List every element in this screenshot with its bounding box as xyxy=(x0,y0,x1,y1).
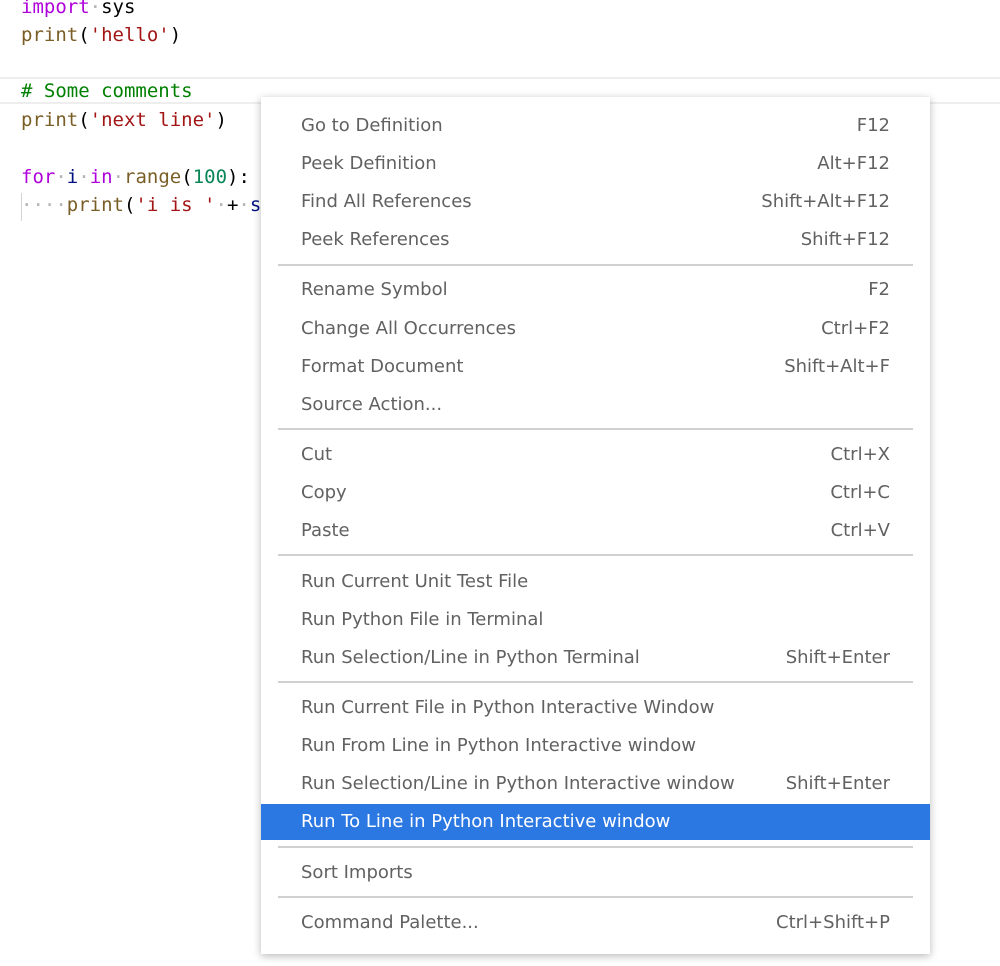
code-line-5[interactable]: for·i·in·range(100): xyxy=(21,163,250,191)
menu-item-label: Paste xyxy=(301,520,350,541)
number-literal: 100 xyxy=(192,166,228,188)
menu-item-copy[interactable]: Copy Ctrl+C xyxy=(261,475,930,511)
function-range: range xyxy=(124,166,182,188)
menu-item-label: Source Action... xyxy=(301,394,443,415)
menu-item-shortcut: Shift+Enter xyxy=(785,773,890,794)
menu-item-label: Run Selection/Line in Python Interactive… xyxy=(301,773,735,794)
menu-item-find-all-references[interactable]: Find All References Shift+Alt+F12 xyxy=(261,184,930,220)
menu-item-command-palette[interactable]: Command Palette... Ctrl+Shift+P xyxy=(261,905,930,941)
menu-item-peek-definition[interactable]: Peek Definition Alt+F12 xyxy=(261,146,930,182)
menu-separator xyxy=(278,264,913,266)
paren-open: ( xyxy=(123,194,136,216)
string-literal: 'i is ' xyxy=(135,194,216,216)
menu-item-label: Format Document xyxy=(301,356,464,377)
menu-item-label: Run Python File in Terminal xyxy=(301,609,544,630)
menu-item-shortcut: F2 xyxy=(868,279,890,300)
menu-item-label: Cut xyxy=(301,444,333,465)
menu-item-sort-imports[interactable]: Sort Imports xyxy=(261,855,930,891)
menu-item-shortcut: Shift+Alt+F12 xyxy=(761,191,890,212)
comment: # Some comments xyxy=(21,80,193,102)
identifier-partial: s xyxy=(249,194,262,216)
code-line-2[interactable]: print('hello') xyxy=(21,21,181,49)
keyword-for: for xyxy=(21,166,56,188)
menu-item-run-current-unit-test-file[interactable]: Run Current Unit Test File xyxy=(261,564,930,600)
menu-item-go-to-definition[interactable]: Go to Definition F12 xyxy=(261,108,930,144)
paren-open: ( xyxy=(78,109,90,131)
string-literal: 'hello' xyxy=(89,24,170,46)
menu-separator xyxy=(278,681,913,683)
menu-item-shortcut: Shift+F12 xyxy=(800,229,890,250)
paren-close: ): xyxy=(227,166,250,188)
variable-i: i xyxy=(66,166,79,188)
code-line-3[interactable]: # Some comments xyxy=(21,77,193,105)
menu-item-format-document[interactable]: Format Document Shift+Alt+F xyxy=(261,349,930,385)
menu-item-shortcut: Alt+F12 xyxy=(817,153,890,174)
menu-item-source-action[interactable]: Source Action... xyxy=(261,387,930,423)
string-literal: 'next line' xyxy=(89,109,216,131)
menu-item-label: Sort Imports xyxy=(301,862,413,883)
menu-item-label: Run Selection/Line in Python Terminal xyxy=(301,647,640,668)
menu-item-label: Find All References xyxy=(301,191,472,212)
menu-separator xyxy=(278,554,913,556)
menu-item-run-current-file-interactive[interactable]: Run Current File in Python Interactive W… xyxy=(261,690,930,726)
menu-item-label: Run From Line in Python Interactive wind… xyxy=(301,735,697,756)
menu-item-paste[interactable]: Paste Ctrl+V xyxy=(261,513,930,549)
menu-item-label: Change All Occurrences xyxy=(301,318,516,339)
menu-item-run-from-line-interactive[interactable]: Run From Line in Python Interactive wind… xyxy=(261,728,930,764)
code-line-4[interactable]: print('next line') xyxy=(21,106,227,134)
menu-item-shortcut: Ctrl+V xyxy=(830,520,890,541)
paren-close: ) xyxy=(169,24,182,46)
menu-item-label: Run Current File in Python Interactive W… xyxy=(301,697,715,718)
menu-item-shortcut: Ctrl+F2 xyxy=(821,318,890,339)
context-menu[interactable]: Go to Definition F12 Peek Definition Alt… xyxy=(261,97,930,954)
menu-item-rename-symbol[interactable]: Rename Symbol F2 xyxy=(261,272,930,308)
menu-item-label: Copy xyxy=(301,482,347,503)
menu-item-label: Command Palette... xyxy=(301,912,479,933)
menu-item-shortcut: Shift+Enter xyxy=(785,647,890,668)
menu-item-label: Rename Symbol xyxy=(301,279,448,300)
function-print: print xyxy=(66,194,124,216)
module-name: sys xyxy=(101,0,136,18)
function-print: print xyxy=(21,24,79,46)
plus-operator: + xyxy=(226,194,239,216)
menu-item-run-to-line-interactive[interactable]: Run To Line in Python Interactive window xyxy=(261,804,930,840)
menu-item-shortcut: F12 xyxy=(856,115,890,136)
menu-item-shortcut: Ctrl+C xyxy=(830,482,890,503)
menu-item-label: Go to Definition xyxy=(301,115,443,136)
menu-item-run-python-file-in-terminal[interactable]: Run Python File in Terminal xyxy=(261,602,930,638)
paren-close: ) xyxy=(215,109,227,131)
menu-item-label: Run Current Unit Test File xyxy=(301,571,529,592)
menu-item-shortcut: Shift+Alt+F xyxy=(784,356,890,377)
paren-open: ( xyxy=(78,24,90,46)
menu-item-label: Peek References xyxy=(301,229,450,250)
code-line-6[interactable]: ····print('i is '·+·s xyxy=(21,191,261,219)
menu-item-run-selection-in-python-terminal[interactable]: Run Selection/Line in Python Terminal Sh… xyxy=(261,640,930,676)
menu-item-change-all-occurrences[interactable]: Change All Occurrences Ctrl+F2 xyxy=(261,311,930,347)
function-print: print xyxy=(21,109,79,131)
menu-item-cut[interactable]: Cut Ctrl+X xyxy=(261,437,930,473)
keyword-import: import xyxy=(21,0,90,18)
menu-item-shortcut: Ctrl+X xyxy=(830,444,890,465)
paren-open: ( xyxy=(181,166,193,188)
keyword-in: in xyxy=(89,166,113,188)
menu-item-run-selection-interactive[interactable]: Run Selection/Line in Python Interactive… xyxy=(261,766,930,802)
code-line-1[interactable]: import·sys xyxy=(21,0,135,21)
menu-separator xyxy=(278,428,913,430)
menu-item-shortcut: Ctrl+Shift+P xyxy=(776,912,890,933)
menu-item-label: Run To Line in Python Interactive window xyxy=(301,811,671,832)
menu-item-peek-references[interactable]: Peek References Shift+F12 xyxy=(261,222,930,258)
menu-separator xyxy=(278,846,913,848)
menu-separator xyxy=(278,896,913,898)
menu-item-label: Peek Definition xyxy=(301,153,437,174)
